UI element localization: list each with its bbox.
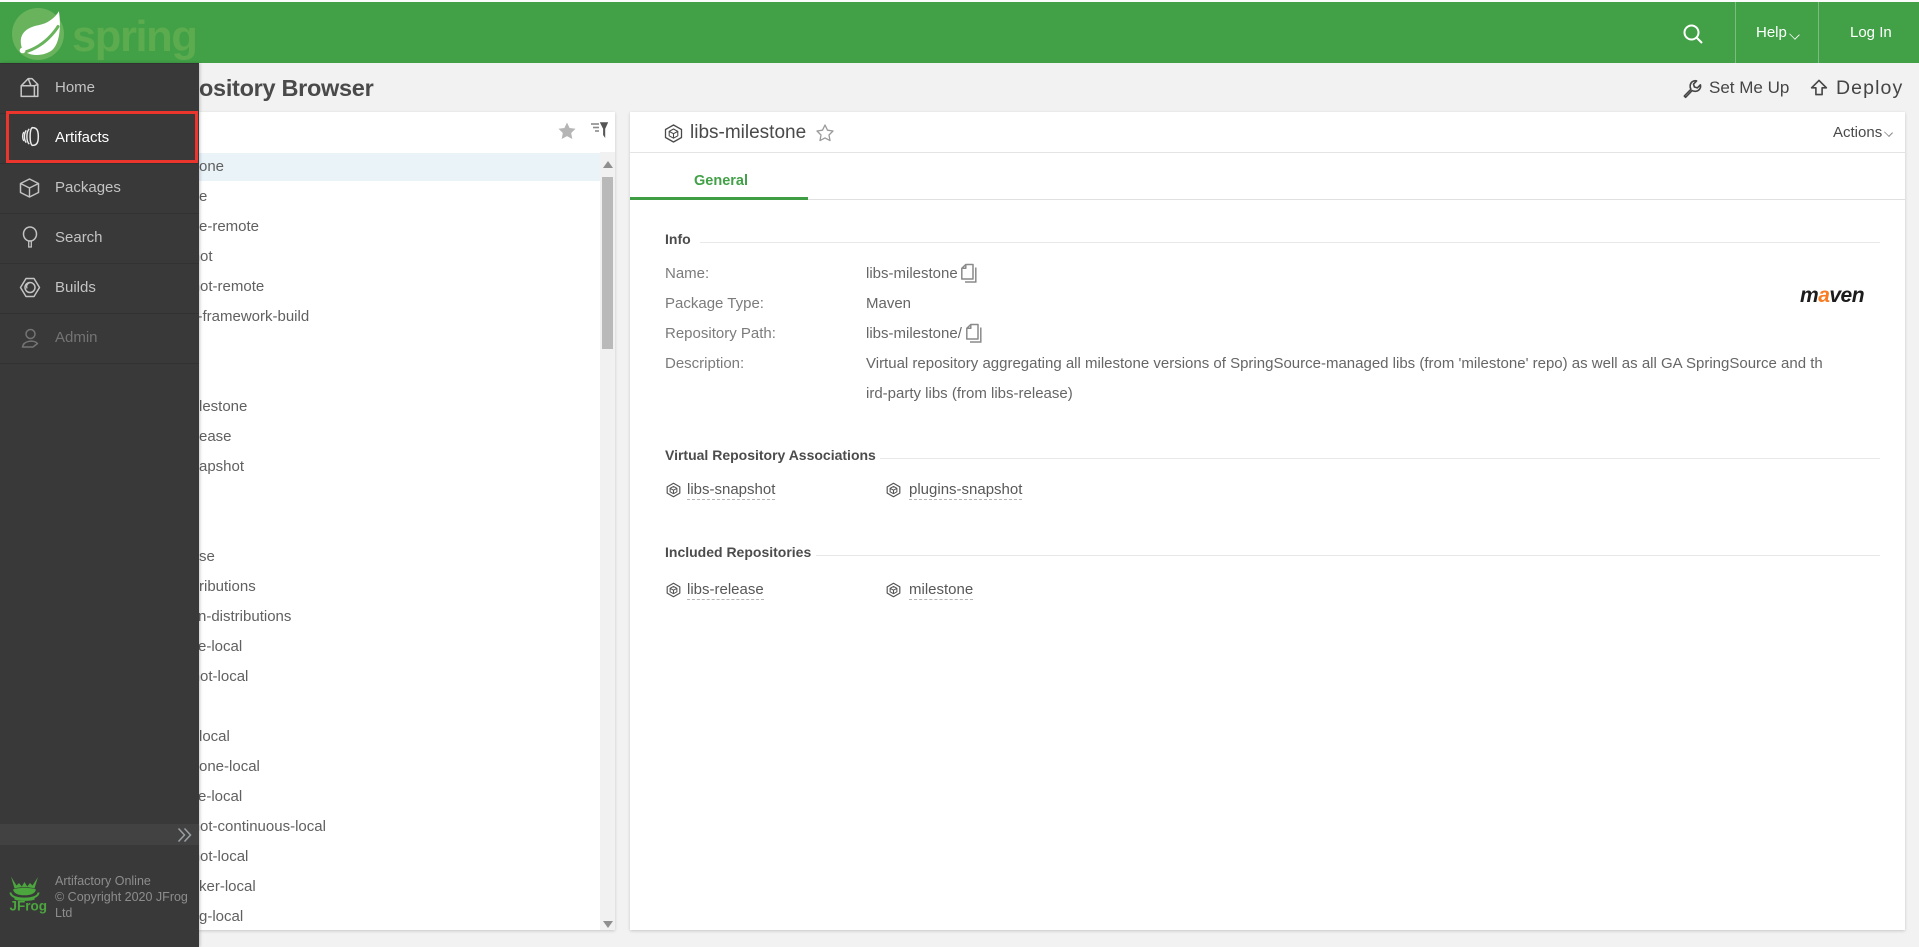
svg-text:JFrog: JFrog — [10, 899, 48, 914]
